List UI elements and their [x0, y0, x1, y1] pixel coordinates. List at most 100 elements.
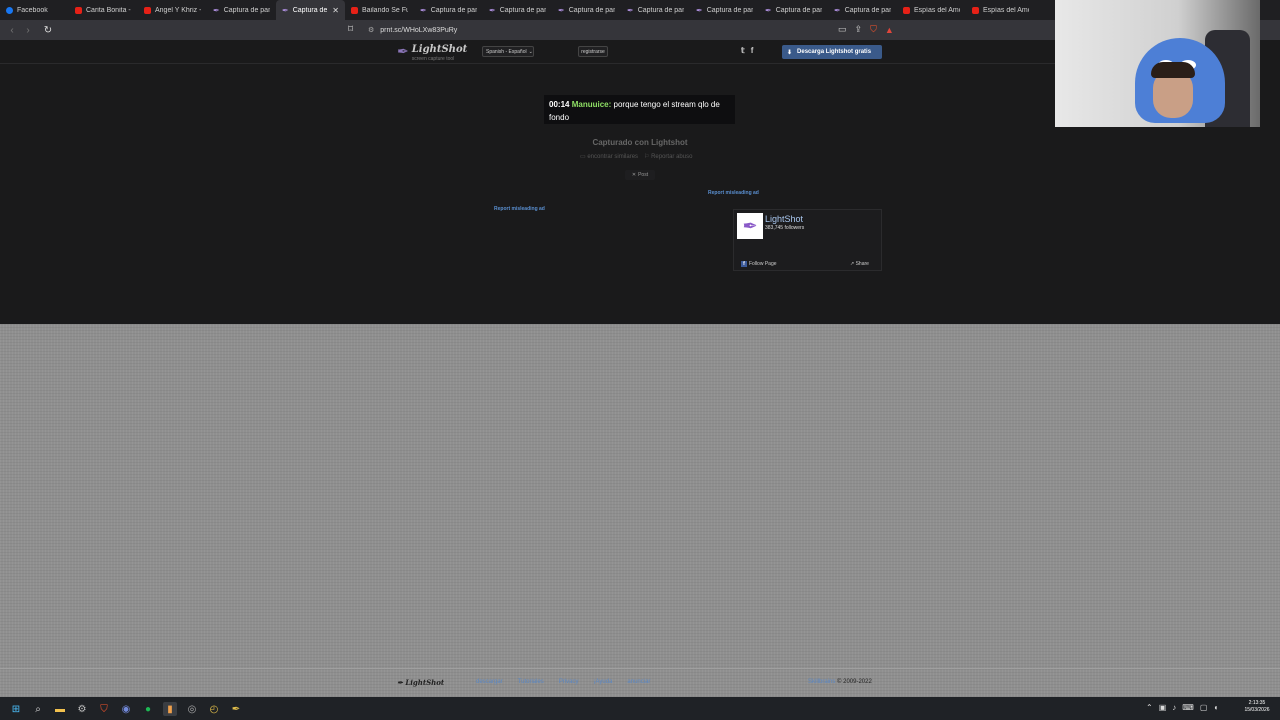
- language-select[interactable]: Spanish - Español ⌄: [482, 46, 534, 57]
- report-abuse-link[interactable]: ⚐ Reportar abuso: [644, 153, 692, 160]
- share-icon[interactable]: ⇪: [855, 24, 863, 35]
- share-label: Share: [855, 261, 869, 267]
- lightshot-icon: ✒: [765, 5, 772, 15]
- report-misleading-ad-link[interactable]: Report misleading ad: [708, 190, 759, 196]
- footer-link[interactable]: anunciar: [627, 679, 650, 685]
- feather-icon: ✒: [742, 215, 758, 236]
- find-similar-link[interactable]: ▭ encontrar similares: [580, 153, 638, 160]
- brave-rewards-icon[interactable]: ▲: [885, 25, 894, 35]
- footer-logo-name: LightShot: [405, 678, 445, 687]
- share-icon: ↗: [850, 261, 855, 267]
- image-actions: ▭ encontrar similares ⚐ Reportar abuso: [580, 153, 692, 160]
- footer-link[interactable]: Privacy: [559, 679, 579, 685]
- lightshot-tray-icon[interactable]: ✒: [229, 702, 243, 716]
- settings-icon[interactable]: ⚙: [75, 702, 89, 716]
- system-tray: ⌃ ▣ ♪ ⌨ ▢ ◖: [1146, 703, 1218, 712]
- brave-shields-icon[interactable]: ⛉: [870, 24, 877, 35]
- microphone-icon[interactable]: ♪: [1172, 703, 1176, 712]
- youtube-icon: [75, 6, 82, 14]
- browser-tab[interactable]: Bailando Se Fue: [345, 0, 414, 20]
- download-icon: ⬇: [787, 49, 793, 56]
- clock-time: 2:13:35: [1248, 700, 1266, 706]
- app-icon[interactable]: ▮: [163, 702, 177, 716]
- post-button[interactable]: ✕ Post: [625, 170, 655, 180]
- lightshot-icon: ✒: [420, 5, 427, 15]
- register-button[interactable]: registrarse: [578, 46, 608, 57]
- social-links: 𝕥 f: [741, 46, 753, 55]
- report-misleading-ad-link[interactable]: Report misleading ad: [494, 206, 545, 212]
- browser-tab[interactable]: ✒ Captura de pant: [207, 0, 276, 20]
- facebook-icon: f: [741, 261, 747, 267]
- download-label: Descarga Lightshot gratis: [797, 49, 872, 55]
- browser-tab[interactable]: Espías del Amor: [966, 0, 1035, 20]
- tab-label: Carita Bonita - Y: [86, 6, 132, 14]
- close-tab-icon[interactable]: ✕: [332, 6, 339, 15]
- keyboard-icon[interactable]: ⌨: [1182, 703, 1194, 712]
- volume-icon[interactable]: ◖: [1213, 703, 1218, 712]
- taskbar-clock[interactable]: 2:13:35 15/03/2026: [1238, 700, 1276, 714]
- search-icon[interactable]: ⌕: [31, 702, 45, 716]
- browser-tab[interactable]: ✒ Captura de pant: [690, 0, 759, 20]
- x-logo-icon: ✕: [631, 172, 637, 178]
- page-avatar[interactable]: ✒: [737, 213, 763, 239]
- network-icon[interactable]: ▢: [1200, 703, 1208, 712]
- chevron-down-icon: ⌄: [528, 48, 533, 55]
- back-icon[interactable]: ‹: [4, 25, 20, 36]
- footer-logo[interactable]: ✒ LightShot: [397, 678, 444, 687]
- browser-tab[interactable]: Carita Bonita - Y: [69, 0, 138, 20]
- download-button[interactable]: ⬇ Descarga Lightshot gratis: [782, 45, 882, 59]
- company-link[interactable]: Skillbrains: [808, 679, 835, 685]
- bookmark-icon[interactable]: ⌑: [348, 24, 353, 35]
- page-name-link[interactable]: LightShot: [765, 214, 803, 224]
- webcam-hair: [1151, 62, 1195, 78]
- youtube-icon: [351, 6, 358, 14]
- cast-icon[interactable]: ▭: [838, 24, 847, 35]
- tab-label: Captura de pant: [430, 6, 477, 14]
- forward-icon[interactable]: ›: [20, 25, 36, 36]
- copyright-text: © 2009-2022: [837, 679, 872, 685]
- twitter-icon[interactable]: 𝕥: [741, 46, 745, 55]
- reload-icon[interactable]: ↻: [40, 25, 56, 36]
- browser-tab[interactable]: ✒ Captura de pant: [483, 0, 552, 20]
- tab-label: Espías del Amor: [914, 6, 960, 14]
- browser-tab[interactable]: ✒ Captura de pant: [414, 0, 483, 20]
- browser-tab[interactable]: ✒ Captura de pant: [552, 0, 621, 20]
- facebook-icon: [6, 6, 13, 14]
- windows-start-icon[interactable]: ⊞: [9, 702, 23, 716]
- browser-tab[interactable]: ✒ Captura de pant: [759, 0, 828, 20]
- tab-label: Captura de pant: [568, 6, 615, 14]
- footer-link[interactable]: ¡Ayuda: [593, 679, 612, 685]
- browser-tab[interactable]: ✒ Captura de ✕: [276, 0, 345, 20]
- url-text: prnt.sc/WHoLXw83PuRy: [380, 26, 458, 34]
- browser-tab[interactable]: Angel Y Khriz - Y: [138, 0, 207, 20]
- captured-with: Capturado con Lightshot: [592, 138, 688, 147]
- chevron-up-icon[interactable]: ⌃: [1146, 703, 1153, 712]
- lightshot-logo[interactable]: ✒ LightShot screen capture tool: [397, 44, 467, 62]
- url-field[interactable]: ⚙ prnt.sc/WHoLXw83PuRy: [368, 22, 908, 38]
- tab-label: Captura de pant: [844, 6, 891, 14]
- browser-tab[interactable]: ✒ Captura de pant: [828, 0, 897, 20]
- clock-date: 15/03/2026: [1244, 707, 1270, 713]
- browser-tab[interactable]: Espías del Amor: [897, 0, 966, 20]
- gamepad-icon[interactable]: ▣: [1159, 703, 1167, 712]
- lightshot-icon: ✒: [834, 5, 841, 15]
- site-info-icon[interactable]: ⚙: [368, 26, 374, 34]
- follow-page-button[interactable]: f Follow Page: [741, 261, 777, 267]
- share-button[interactable]: ↗ Share: [850, 261, 869, 267]
- browser-tab[interactable]: Facebook: [0, 0, 69, 20]
- facebook-icon[interactable]: f: [751, 46, 754, 55]
- file-explorer-icon[interactable]: ▬: [53, 702, 67, 716]
- spotify-icon[interactable]: ●: [141, 702, 155, 716]
- webcam-overlay: [1055, 0, 1260, 127]
- discord-icon[interactable]: ◉: [119, 702, 133, 716]
- footer-link[interactable]: Tutoriales: [518, 679, 544, 685]
- brave-browser-icon[interactable]: ⛉: [97, 702, 111, 716]
- clock-app-icon[interactable]: ◴: [207, 702, 221, 716]
- footer-link[interactable]: descargar: [476, 679, 503, 685]
- tab-label: Captura de pant: [499, 6, 546, 14]
- feather-icon: ✒: [397, 43, 409, 59]
- post-label: Post: [638, 172, 649, 178]
- logo-name: LightShot: [411, 44, 468, 55]
- browser-tab[interactable]: ✒ Captura de pant: [621, 0, 690, 20]
- obs-icon[interactable]: ◎: [185, 702, 199, 716]
